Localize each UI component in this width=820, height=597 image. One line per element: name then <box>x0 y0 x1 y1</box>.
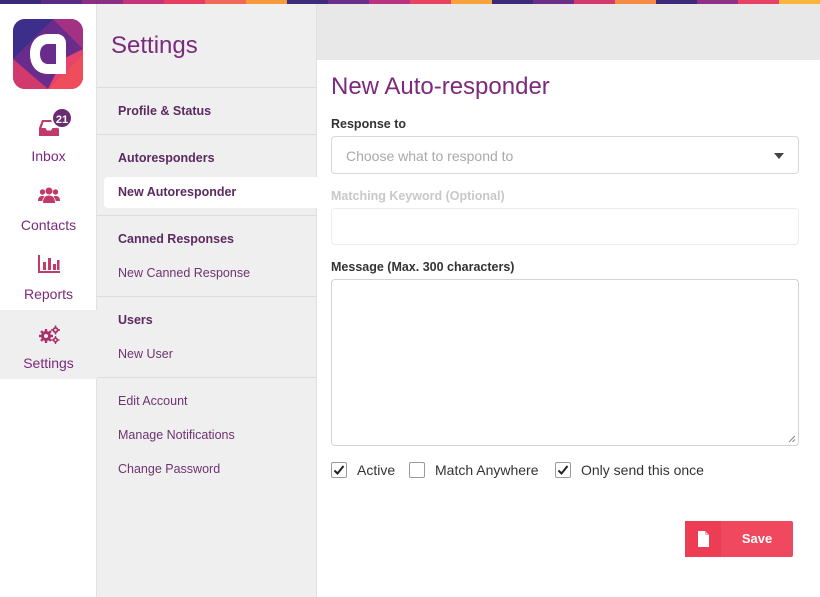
chevron-down-icon <box>774 153 784 159</box>
match-anywhere-checkbox[interactable] <box>409 462 425 478</box>
nav-settings-label: Settings <box>23 355 74 371</box>
bar-chart-icon <box>0 255 97 277</box>
menu-change-password[interactable]: Change Password <box>118 462 220 476</box>
menu-heading-autoresponders[interactable]: Autoresponders <box>118 151 215 165</box>
nav-inbox-label: Inbox <box>31 148 66 164</box>
menu-divider <box>97 377 317 378</box>
file-icon <box>685 521 721 557</box>
checkmark-icon <box>557 465 569 475</box>
checkmark-icon <box>333 465 345 475</box>
response-to-select[interactable]: Choose what to respond to <box>331 136 799 174</box>
keyword-label: Matching Keyword (Optional) <box>331 189 505 203</box>
main-header-bar <box>317 4 820 60</box>
send-once-checkbox[interactable] <box>555 462 571 478</box>
menu-divider <box>97 215 317 216</box>
menu-heading-canned-responses[interactable]: Canned Responses <box>118 232 234 246</box>
menu-divider <box>97 134 317 135</box>
menu-edit-account[interactable]: Edit Account <box>118 394 188 408</box>
users-icon <box>0 187 97 209</box>
settings-title: Settings <box>111 32 198 59</box>
save-button-label: Save <box>741 531 773 546</box>
resize-grip-icon[interactable] <box>788 435 796 443</box>
menu-divider <box>97 296 317 297</box>
send-once-checkbox-label[interactable]: Only send this once <box>581 462 704 478</box>
message-textarea[interactable] <box>331 279 799 446</box>
app-logo[interactable] <box>13 19 83 89</box>
nav-settings[interactable]: Settings <box>0 310 97 379</box>
nav-contacts-label: Contacts <box>20 217 77 233</box>
menu-heading-users[interactable]: Users <box>118 313 153 327</box>
nav-inbox[interactable]: Inbox <box>0 100 97 169</box>
menu-profile-status[interactable]: Profile & Status <box>118 104 211 118</box>
menu-manage-notifications[interactable]: Manage Notifications <box>118 428 235 442</box>
inbox-unread-badge: 21 <box>51 107 73 129</box>
menu-new-autoresponder[interactable]: New Autoresponder <box>118 185 236 199</box>
active-checkbox[interactable] <box>331 462 347 478</box>
nav-contacts[interactable]: Contacts <box>0 169 97 238</box>
gears-icon <box>0 325 97 347</box>
menu-divider <box>97 87 317 88</box>
settings-menu: Settings Profile & Status Autoresponders… <box>97 4 317 597</box>
save-button[interactable]: Save <box>685 521 793 557</box>
active-checkbox-label[interactable]: Active <box>357 462 395 478</box>
menu-new-user[interactable]: New User <box>118 347 173 361</box>
nav-reports[interactable]: Reports <box>0 238 97 307</box>
main-nav: Inbox 21 Contacts Reports Settings <box>0 4 97 597</box>
inbox-icon <box>0 120 97 142</box>
match-anywhere-checkbox-label[interactable]: Match Anywhere <box>435 462 539 478</box>
app-logo-icon <box>13 19 83 89</box>
response-to-label: Response to <box>331 117 407 131</box>
menu-new-canned-response[interactable]: New Canned Response <box>118 266 250 280</box>
response-to-placeholder: Choose what to respond to <box>346 148 514 164</box>
keyword-input[interactable] <box>331 208 799 245</box>
message-label: Message (Max. 300 characters) <box>331 260 515 274</box>
page-title: New Auto-responder <box>331 73 550 100</box>
nav-reports-label: Reports <box>23 286 74 302</box>
